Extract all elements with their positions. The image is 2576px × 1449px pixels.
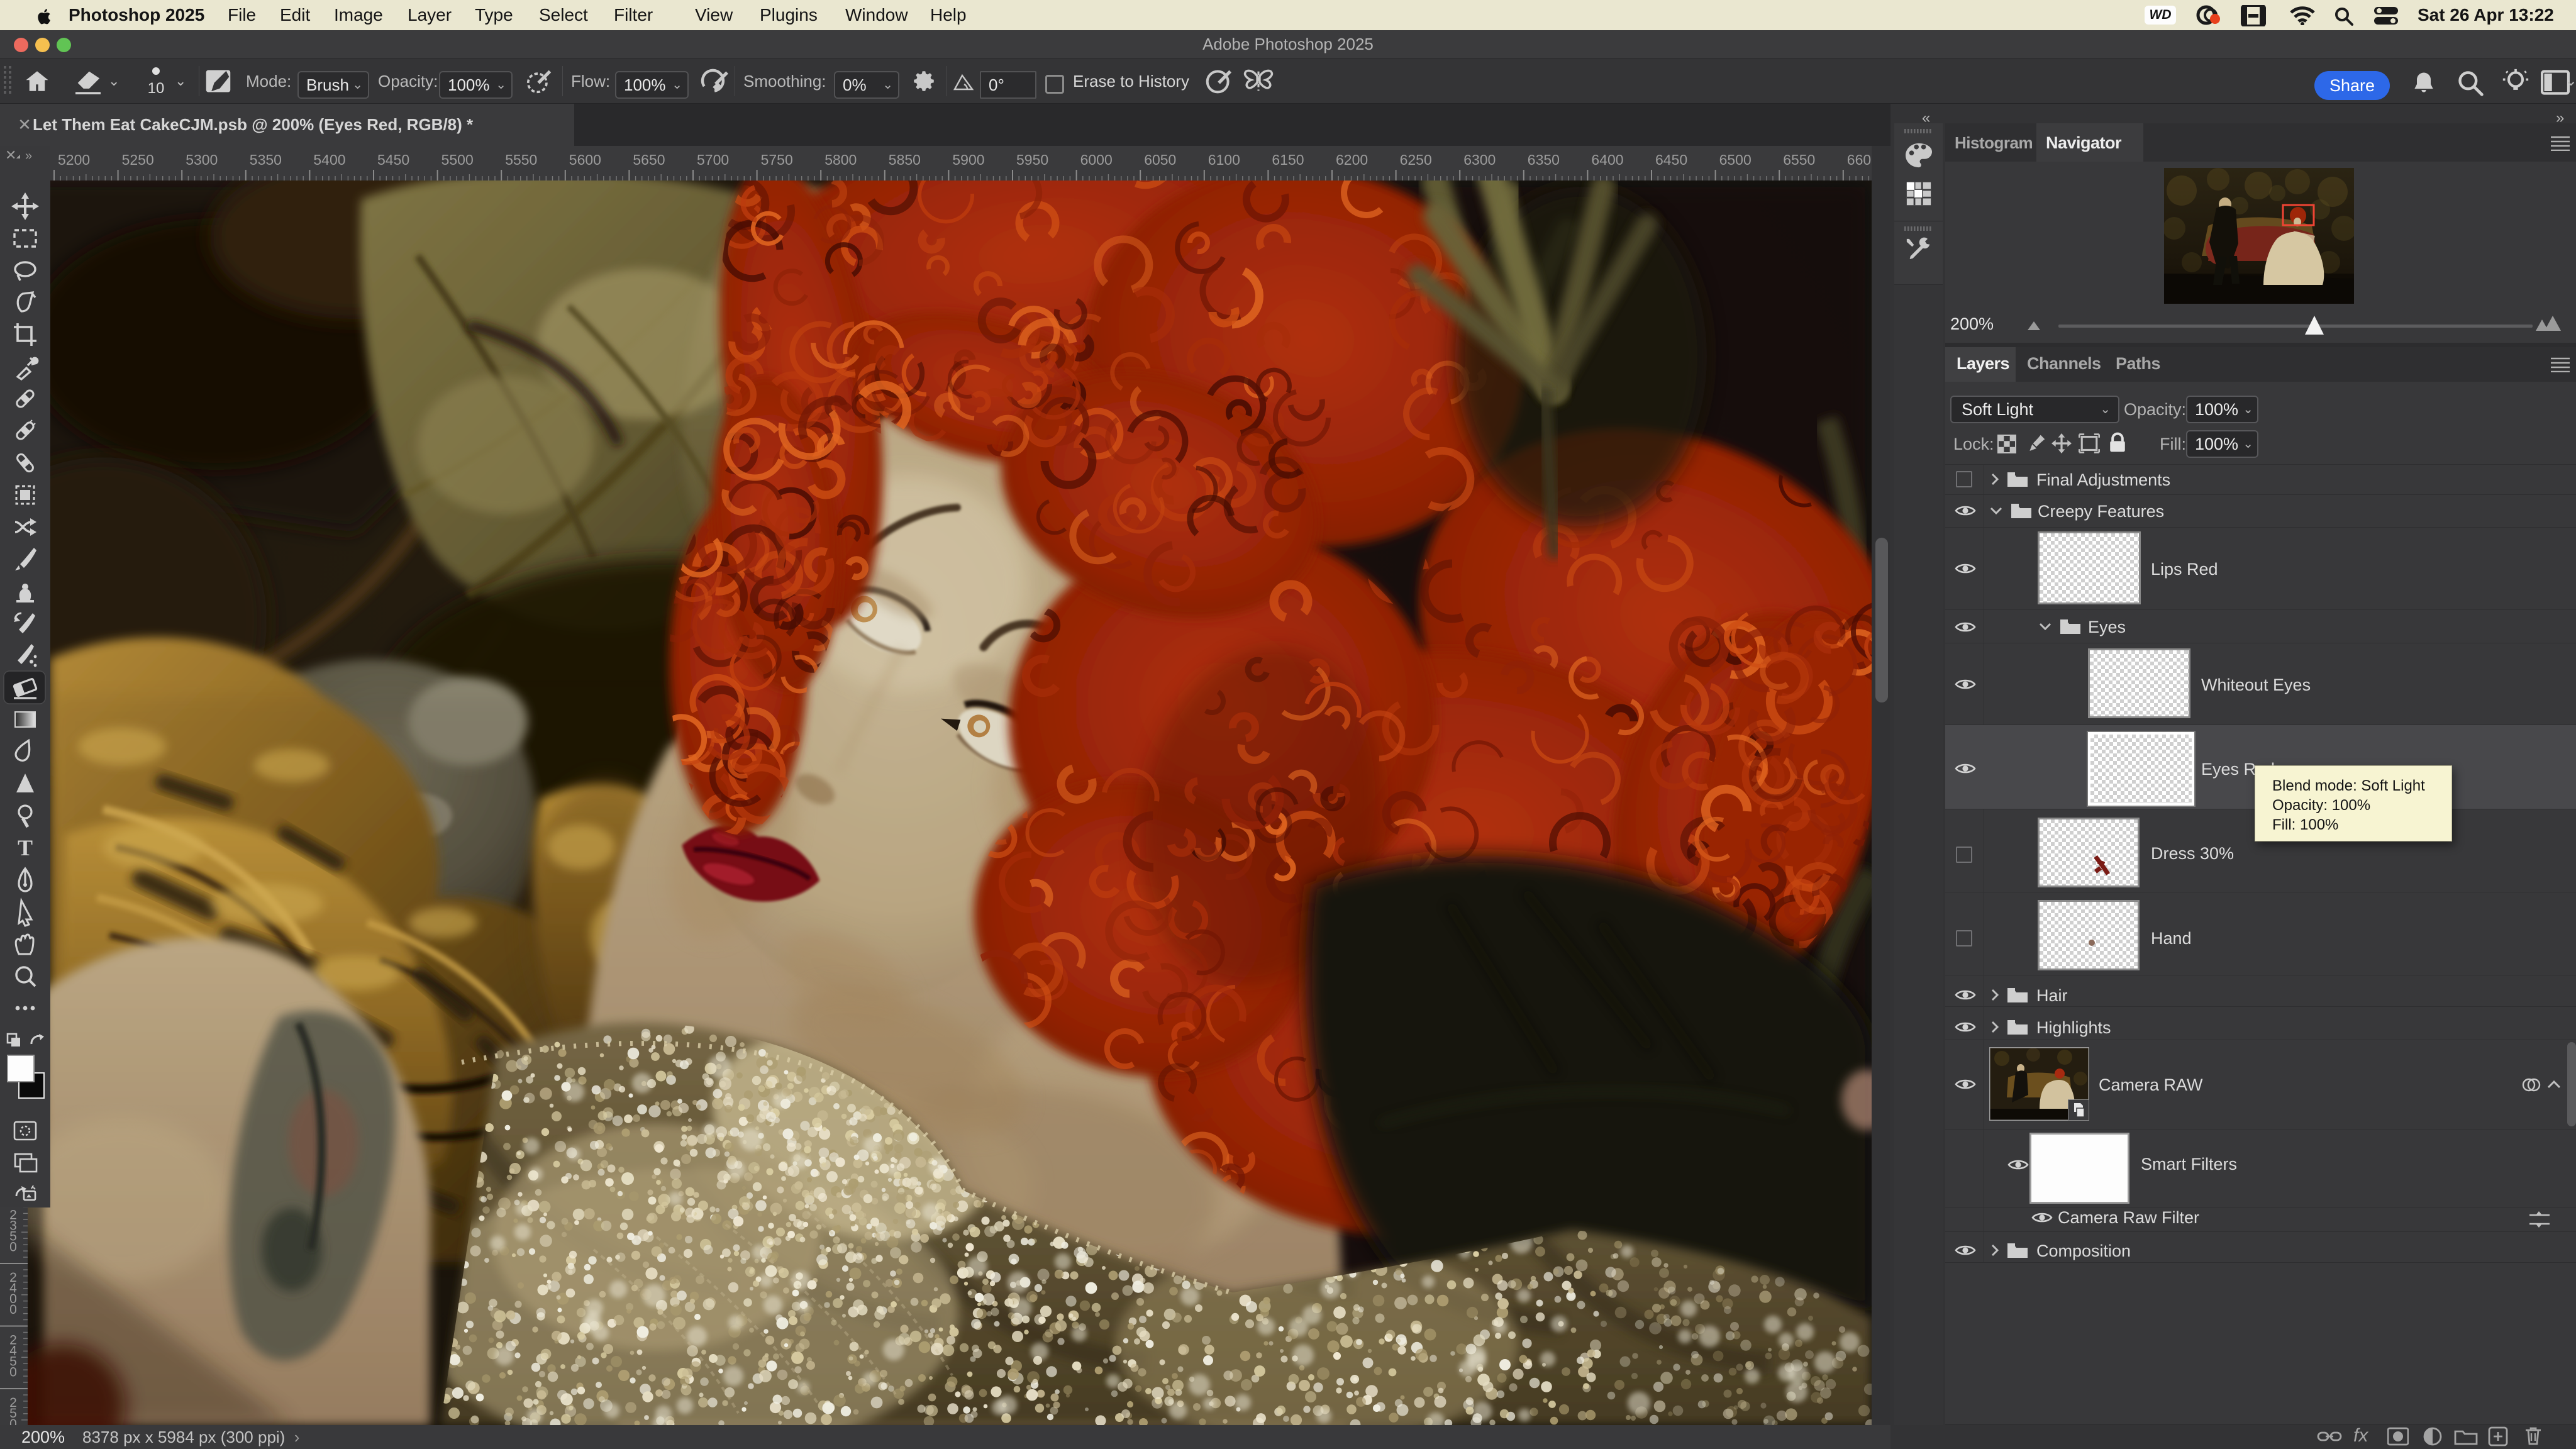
svg-text:5800: 5800 bbox=[824, 152, 857, 168]
svg-text:5250: 5250 bbox=[122, 152, 154, 168]
svg-text:»: » bbox=[25, 149, 32, 163]
svg-text:6600: 6600 bbox=[1847, 152, 1872, 168]
svg-text:5400: 5400 bbox=[313, 152, 345, 168]
svg-text:6300: 6300 bbox=[1463, 152, 1496, 168]
svg-text:0: 0 bbox=[9, 1240, 17, 1255]
svg-text:5900: 5900 bbox=[952, 152, 984, 168]
svg-text:5450: 5450 bbox=[377, 152, 409, 168]
svg-text:5300: 5300 bbox=[186, 152, 218, 168]
svg-text:6200: 6200 bbox=[1336, 152, 1368, 168]
svg-text:5650: 5650 bbox=[633, 152, 665, 168]
svg-text:0: 0 bbox=[9, 1302, 17, 1317]
svg-text:5200: 5200 bbox=[58, 152, 90, 168]
svg-text:5500: 5500 bbox=[441, 152, 474, 168]
svg-text:6250: 6250 bbox=[1400, 152, 1432, 168]
svg-text:6000: 6000 bbox=[1080, 152, 1113, 168]
svg-text:5950: 5950 bbox=[1016, 152, 1048, 168]
svg-text:5700: 5700 bbox=[697, 152, 729, 168]
svg-text:6400: 6400 bbox=[1591, 152, 1623, 168]
svg-text:0: 0 bbox=[9, 1417, 17, 1425]
svg-text:6500: 6500 bbox=[1719, 152, 1752, 168]
svg-text:✕: ✕ bbox=[5, 147, 16, 163]
svg-text:6050: 6050 bbox=[1144, 152, 1176, 168]
svg-text:T: T bbox=[18, 835, 33, 860]
svg-text:6150: 6150 bbox=[1272, 152, 1304, 168]
svg-text:5350: 5350 bbox=[250, 152, 282, 168]
svg-text:6350: 6350 bbox=[1528, 152, 1560, 168]
svg-text:5550: 5550 bbox=[505, 152, 537, 168]
svg-text:6450: 6450 bbox=[1655, 152, 1687, 168]
svg-text:5750: 5750 bbox=[761, 152, 793, 168]
svg-text:5850: 5850 bbox=[889, 152, 921, 168]
svg-text:6550: 6550 bbox=[1783, 152, 1815, 168]
svg-text:0: 0 bbox=[9, 1365, 17, 1380]
svg-text:6100: 6100 bbox=[1208, 152, 1240, 168]
svg-text:10: 10 bbox=[148, 80, 165, 97]
svg-text:5600: 5600 bbox=[569, 152, 601, 168]
